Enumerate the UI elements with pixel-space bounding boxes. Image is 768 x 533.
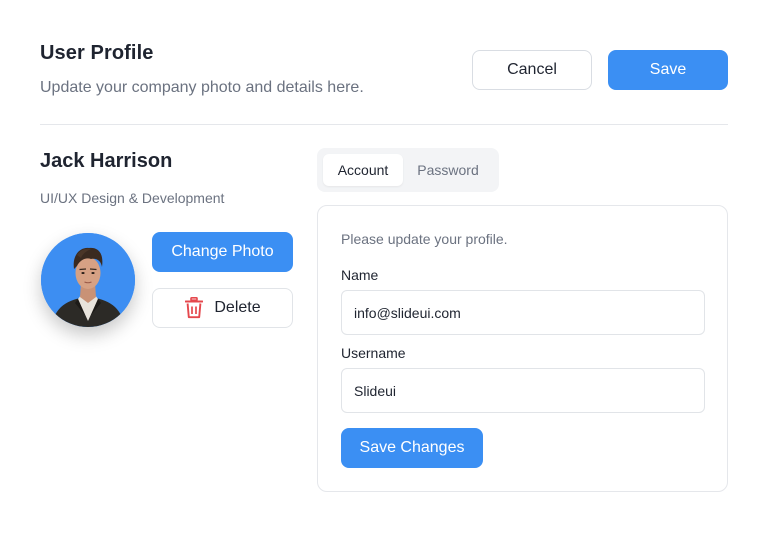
save-changes-button[interactable]: Save Changes [341, 428, 483, 468]
tab-bar: Account Password [317, 148, 499, 192]
cancel-button[interactable]: Cancel [472, 50, 592, 90]
save-button[interactable]: Save [608, 50, 728, 90]
change-photo-button[interactable]: Change Photo [152, 232, 293, 272]
tab-account[interactable]: Account [323, 154, 403, 186]
delete-photo-button[interactable]: Delete [152, 288, 293, 328]
name-field[interactable] [341, 290, 705, 335]
avatar-portrait [41, 233, 135, 327]
page-subtitle: Update your company photo and details he… [40, 79, 364, 96]
form-hint: Please update your profile. [341, 231, 508, 247]
avatar [41, 233, 135, 327]
name-label: Name [341, 267, 379, 283]
header-divider [40, 124, 728, 125]
tab-password[interactable]: Password [405, 154, 491, 186]
user-role: UI/UX Design & Development [40, 190, 225, 206]
delete-label: Delete [214, 299, 261, 316]
username-label: Username [341, 345, 406, 361]
trash-icon [184, 297, 204, 319]
page-title: User Profile [40, 42, 154, 64]
user-name: Jack Harrison [40, 150, 173, 172]
username-field[interactable] [341, 368, 705, 413]
